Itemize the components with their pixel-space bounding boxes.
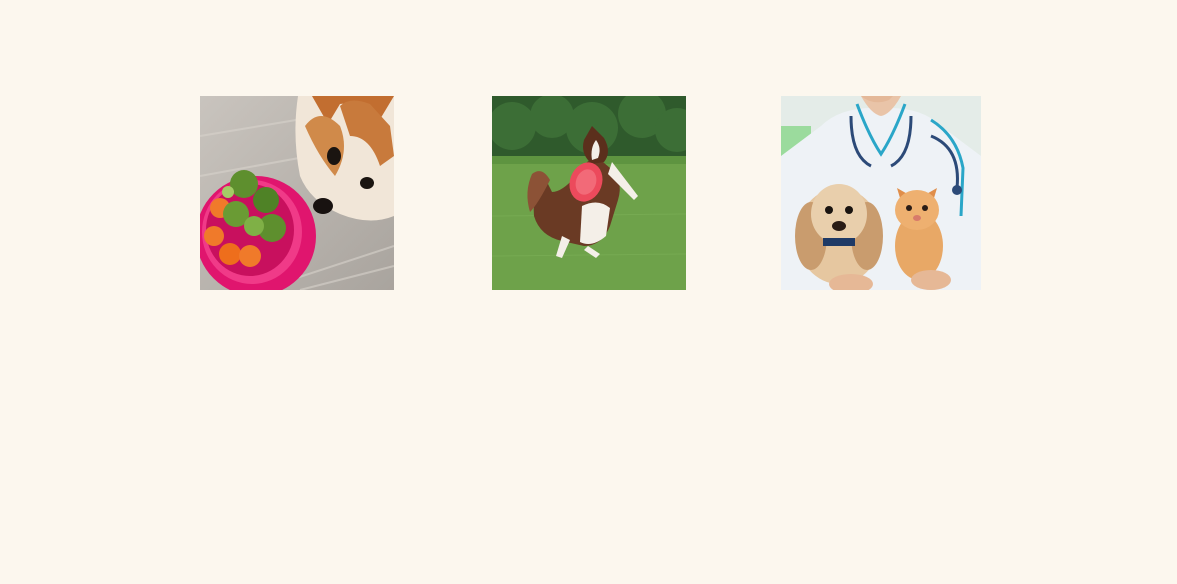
dog-food-bowl-image[interactable]	[200, 96, 394, 290]
dog-frisbee-icon	[492, 96, 686, 290]
dog-food-bowl-icon	[200, 96, 394, 290]
vet-puppy-kitten-image[interactable]	[781, 96, 981, 290]
dog-frisbee-image[interactable]	[492, 96, 686, 290]
vet-puppy-kitten-icon	[781, 96, 981, 290]
